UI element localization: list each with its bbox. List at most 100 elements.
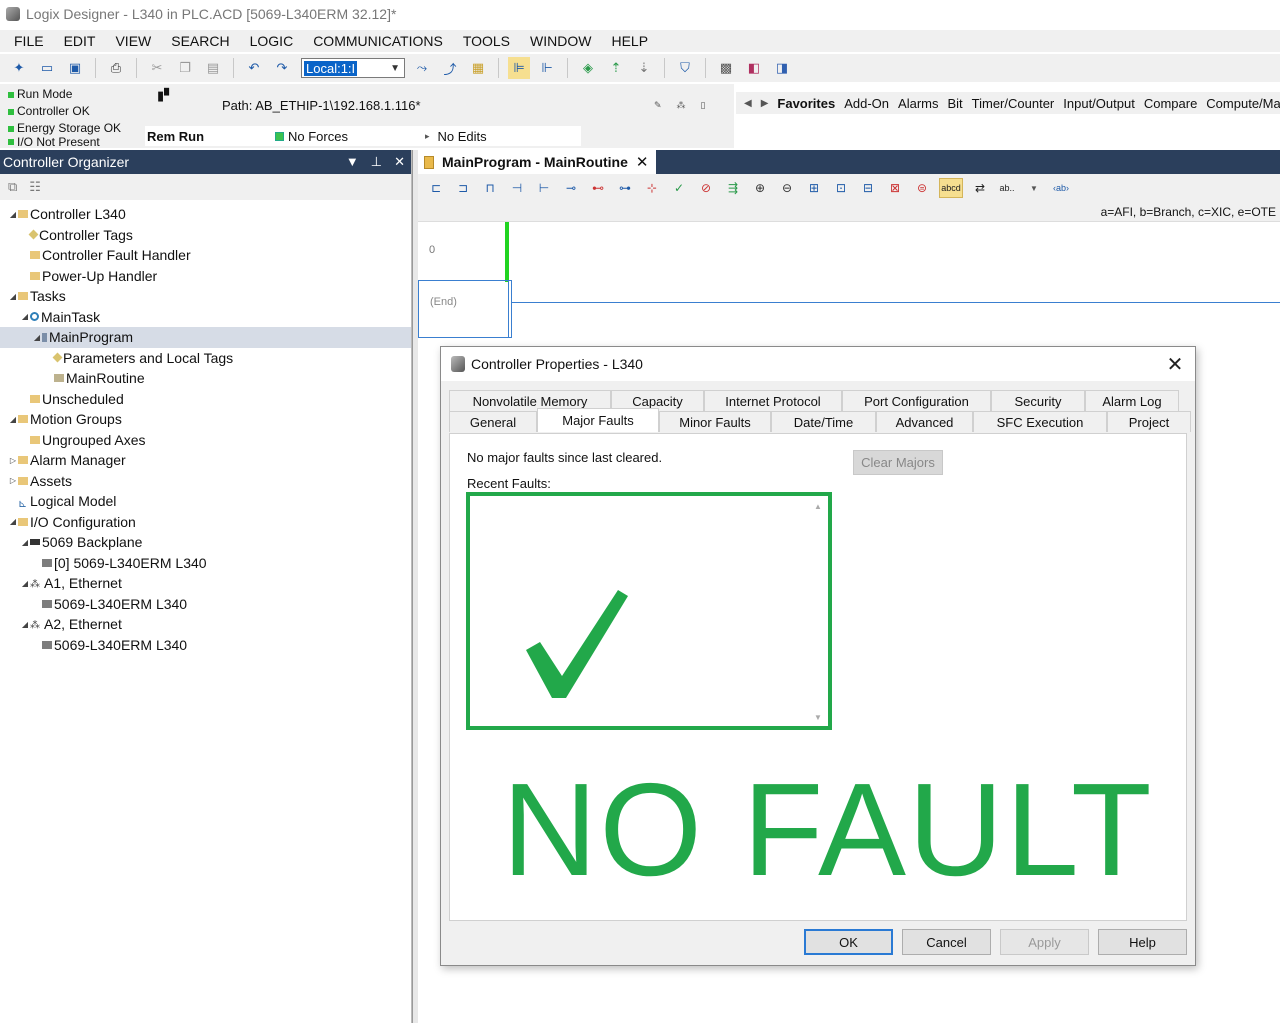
xic-icon[interactable]: ⊣ [507,178,527,198]
paste-icon[interactable]: ▤ [202,57,224,79]
expander-icon[interactable]: ◢ [20,312,30,321]
apply-button[interactable]: Apply [1000,929,1089,955]
tree-item-mainprogram[interactable]: ◢ MainProgram [0,327,411,348]
scroll-down-icon[interactable]: ▼ [814,713,822,722]
tab-sfc-execution[interactable]: SFC Execution [973,411,1107,432]
expander-icon[interactable]: ◢ [20,579,30,588]
tree-item-logical-model[interactable]: ⊾ Logical Model [0,491,411,512]
tree-item-5069-backplane[interactable]: ◢ 5069 Backplane [0,532,411,553]
tab-general[interactable]: General [449,411,537,432]
ok-button[interactable]: OK [804,929,893,955]
menu-view[interactable]: VIEW [105,33,161,49]
expander-icon[interactable]: ◢ [8,517,18,526]
dropdown-icon[interactable]: ▼ [346,154,359,170]
scroll-right-icon[interactable]: ▶ [761,98,769,109]
menu-logic[interactable]: LOGIC [240,33,304,49]
scroll-up-icon[interactable]: ▲ [814,502,822,511]
go-to-icon[interactable]: ⤳ [411,57,433,79]
otu-icon[interactable]: ⊶ [615,178,635,198]
menu-help[interactable]: HELP [601,33,658,49]
browse-icon[interactable]: ▦ [467,57,489,79]
menu-search[interactable]: SEARCH [161,33,239,49]
pin-icon[interactable]: ⊥ [371,154,382,170]
tag-description-icon[interactable]: ⊟ [858,178,878,198]
verify-controller-icon[interactable]: ⊩ [536,57,558,79]
tree-item-mainroutine[interactable]: MainRoutine [0,368,411,389]
tree-item-unscheduled[interactable]: Unscheduled [0,389,411,410]
expander-icon[interactable]: ◢ [20,620,30,629]
expander-icon[interactable]: ◢ [8,292,18,301]
expander-icon[interactable]: ◢ [20,538,30,547]
collapse-all-icon[interactable]: ⧉ [8,179,17,195]
menu-edit[interactable]: EDIT [54,33,106,49]
download-icon[interactable]: ⇣ [633,57,655,79]
expander-icon[interactable]: ▷ [8,456,18,465]
tab-advanced[interactable]: Advanced [876,411,973,432]
menu-file[interactable]: FILE [4,33,54,49]
zoom-out-icon[interactable]: ⊖ [777,178,797,198]
comment-icon[interactable]: ⊜ [912,178,932,198]
tab-main-routine[interactable]: MainProgram - MainRoutine ✕ [418,150,657,174]
view-options-icon[interactable]: ☷ [29,179,41,195]
expander-icon[interactable]: ◢ [32,333,42,342]
cut-icon[interactable]: ✂ [146,57,168,79]
lock-icon[interactable]: ◧ [743,57,765,79]
cancel-edits-icon[interactable]: ⊘ [696,178,716,198]
xio-icon[interactable]: ⊢ [534,178,554,198]
tab-alarm-log[interactable]: Alarm Log [1085,390,1179,411]
zoom-in-icon[interactable]: ⊕ [750,178,770,198]
tree-item-a2-ethernet[interactable]: ◢ ⁂ A2, Ethernet [0,614,411,635]
chevron-down-icon[interactable]: ▼ [1024,178,1044,198]
who-active-icon[interactable]: ▩ [715,57,737,79]
tab-date-time[interactable]: Date/Time [771,411,876,432]
tree-item-alarm-manager[interactable]: ▷ Alarm Manager [0,450,411,471]
instruction-tab-compare[interactable]: Compare [1144,96,1197,111]
instruction-tab-input-output[interactable]: Input/Output [1063,96,1135,111]
undo-icon[interactable]: ↶ [243,57,265,79]
security-icon[interactable]: ⛉ [674,57,696,79]
ons-icon[interactable]: ⊹ [642,178,662,198]
tab-major-faults[interactable]: Major Faults [537,408,659,432]
path-combo[interactable]: Local:1:I ▼ [301,58,405,78]
text-format-icon[interactable]: ab.. [997,178,1017,198]
instruction-tab-bit[interactable]: Bit [947,96,962,111]
tree-item-assets[interactable]: ▷ Assets [0,471,411,492]
tree-item-5069-l340erm-l340[interactable]: 5069-L340ERM L340 [0,594,411,615]
tree-item-i-o-configuration[interactable]: ◢ I/O Configuration [0,512,411,533]
tree-item-ungrouped-axes[interactable]: Ungrouped Axes [0,430,411,451]
save-icon[interactable]: ▣ [64,57,86,79]
otl-icon[interactable]: ⊷ [588,178,608,198]
recent-faults-box[interactable]: ▲ ▼ [466,492,832,730]
copy-icon[interactable]: ❐ [174,57,196,79]
menu-communications[interactable]: COMMUNICATIONS [303,33,453,49]
unlock-icon[interactable]: ◨ [771,57,793,79]
end-rung[interactable]: (End) [418,280,512,338]
close-icon[interactable]: ✕ [394,154,405,170]
print-icon[interactable]: ⎙ [105,57,127,79]
find-icon[interactable]: ⤴ [439,57,461,79]
expander-icon[interactable]: ◢ [8,415,18,424]
add-branch-icon[interactable]: ⊐ [453,178,473,198]
upload-icon[interactable]: ⇡ [605,57,627,79]
tree-item-maintask[interactable]: ◢ MainTask [0,307,411,328]
clear-majors-button[interactable]: Clear Majors [853,450,943,475]
instruction-tab-favorites[interactable]: Favorites [777,96,835,111]
forces-status[interactable]: No Forces [275,129,425,144]
cancel-button[interactable]: Cancel [902,929,991,955]
tag-browse-icon[interactable]: ‹ab› [1051,178,1071,198]
bookmark-icon[interactable]: ⊠ [885,178,905,198]
verify-routine-icon[interactable]: ⊫ [508,57,530,79]
tab-internet-protocol[interactable]: Internet Protocol [704,390,842,411]
tab-port-configuration[interactable]: Port Configuration [842,390,991,411]
faults-scrollbar[interactable]: ▲ ▼ [812,500,826,722]
expander-icon[interactable]: ◢ [8,210,18,219]
go-online-icon[interactable]: ◈ [577,57,599,79]
redo-icon[interactable]: ↷ [271,57,293,79]
instruction-tab-add-on[interactable]: Add-On [844,96,889,111]
instruction-tab-compute-math[interactable]: Compute/Math [1206,96,1280,111]
tree-item-tasks[interactable]: ◢ Tasks [0,286,411,307]
tree-item-a1-ethernet[interactable]: ◢ ⁂ A1, Ethernet [0,573,411,594]
add-branch-level-icon[interactable]: ⊓ [480,178,500,198]
instruction-tab-alarms[interactable]: Alarms [898,96,938,111]
tab-minor-faults[interactable]: Minor Faults [659,411,771,432]
